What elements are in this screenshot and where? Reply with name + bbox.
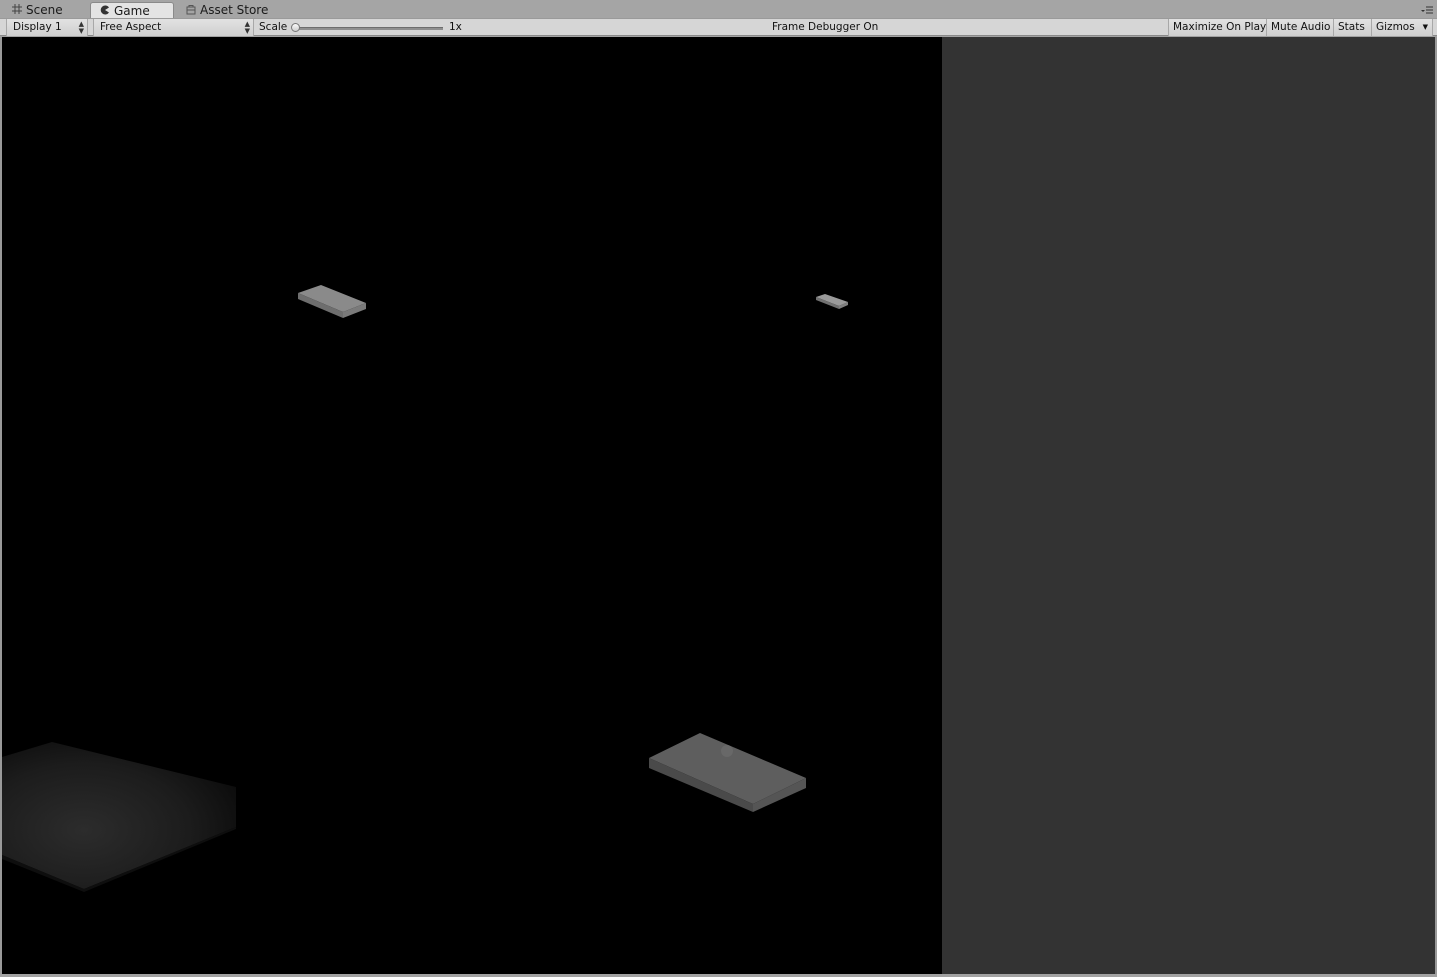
game-render: [2, 285, 848, 892]
player-marker: [721, 745, 733, 757]
store-bag-icon: [185, 3, 197, 15]
mute-audio-button[interactable]: Mute Audio: [1266, 19, 1333, 36]
aspect-dropdown-label: Free Aspect: [100, 21, 162, 33]
tab-asset-store[interactable]: Asset Store: [182, 2, 282, 18]
gizmos-button[interactable]: Gizmos ▼: [1371, 19, 1432, 36]
maximize-on-play-button[interactable]: Maximize On Play: [1168, 19, 1266, 36]
scale-label: Scale: [259, 21, 288, 33]
platform-bottom-left: [2, 742, 236, 892]
platform-top-left: [298, 285, 366, 318]
game-view-toolbar: Display 1 ▲ ▼ Free Aspect ▲ ▼ Scale 1x Fra…: [0, 18, 1437, 36]
display-dropdown-label: Display 1: [13, 21, 62, 33]
scale-slider-track[interactable]: [296, 27, 443, 30]
panel-menu-icon[interactable]: [1421, 5, 1433, 14]
updown-arrows-icon: ▲ ▼: [78, 20, 84, 35]
game-viewport[interactable]: [2, 37, 942, 974]
tab-game[interactable]: Game: [90, 2, 174, 19]
stats-button[interactable]: Stats: [1333, 19, 1371, 36]
gizmos-button-label: Gizmos: [1376, 21, 1415, 33]
unused-view-area: [942, 37, 1435, 974]
pacman-icon: [99, 4, 111, 16]
dropdown-caret-icon[interactable]: ▼: [1423, 19, 1428, 36]
toolbar-end-cap: [1432, 19, 1437, 36]
display-dropdown[interactable]: Display 1 ▲ ▼: [6, 19, 88, 36]
editor-tab-strip: Scene Game Asset Store: [0, 0, 1437, 19]
tab-game-label: Game: [114, 4, 150, 18]
frame-debugger-status: Frame Debugger On: [772, 21, 879, 33]
grid-icon: [11, 3, 23, 15]
platform-top-right: [816, 294, 848, 309]
tab-scene[interactable]: Scene: [8, 2, 88, 18]
tab-asset-store-label: Asset Store: [200, 3, 269, 17]
platform-bottom-center: [649, 733, 806, 812]
aspect-dropdown[interactable]: Free Aspect ▲ ▼: [93, 19, 254, 36]
tab-scene-label: Scene: [26, 3, 63, 17]
scale-value: 1x: [449, 21, 462, 33]
updown-arrows-icon: ▲ ▼: [244, 20, 250, 35]
scale-slider-thumb[interactable]: [291, 23, 300, 32]
